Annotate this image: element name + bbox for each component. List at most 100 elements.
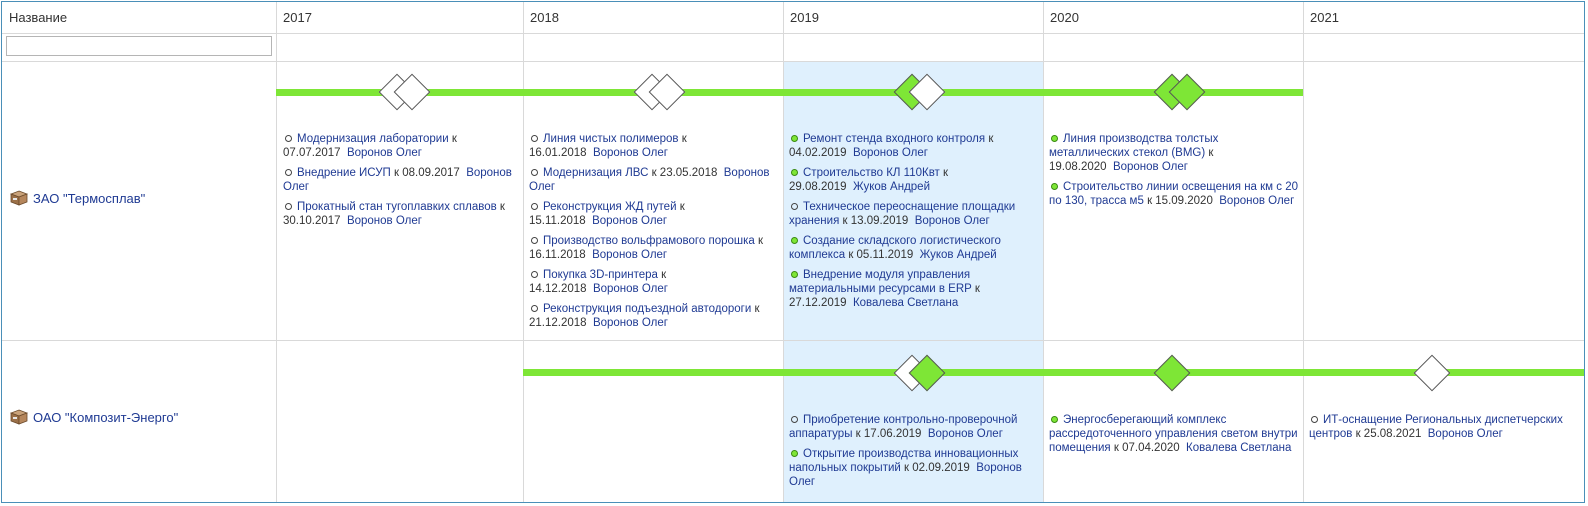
pending-status-icon xyxy=(285,169,292,176)
pending-status-icon xyxy=(531,305,538,312)
task-item[interactable]: Линия чистых полимеров к 16.01.2018 Воро… xyxy=(529,132,779,160)
row-project-name[interactable]: ЗАО "Термосплав" xyxy=(9,190,146,206)
task-item[interactable]: Реконструкция ЖД путей к 15.11.2018 Воро… xyxy=(529,200,779,228)
task-item[interactable]: Техническое переоснащение площадки хране… xyxy=(789,200,1039,228)
header-year-2020[interactable]: 2020 xyxy=(1043,2,1303,33)
task-title-link[interactable]: Ремонт стенда входного контроля xyxy=(803,133,985,145)
task-owner-link[interactable]: Воронов Олег xyxy=(592,249,667,261)
grid-line xyxy=(276,2,277,502)
task-owner-link[interactable]: Воронов Олег xyxy=(1219,195,1294,207)
grid-line xyxy=(1043,2,1044,502)
task-item[interactable]: Ремонт стенда входного контроля к 04.02.… xyxy=(789,132,1039,160)
package-icon xyxy=(9,409,29,425)
task-title-link[interactable]: Покупка 3D-принтера xyxy=(543,269,658,281)
task-owner-link[interactable]: Воронов Олег xyxy=(928,428,1003,440)
completed-status-icon xyxy=(1051,183,1058,190)
header-name[interactable]: Название xyxy=(2,2,276,33)
row-name-label: ОАО "Композит-Энерго" xyxy=(33,409,179,425)
task-item[interactable]: Линия производства толстых металлических… xyxy=(1049,132,1299,174)
pending-status-icon xyxy=(791,203,798,210)
pending-status-icon xyxy=(1311,416,1318,423)
task-item[interactable]: Модернизация ЛВС к 23.05.2018 Воронов Ол… xyxy=(529,166,779,194)
task-owner-link[interactable]: Жуков Андрей xyxy=(920,249,997,261)
task-owner-link[interactable]: Воронов Олег xyxy=(592,215,667,227)
task-item[interactable]: Создание складского логистического компл… xyxy=(789,234,1039,262)
grid-line xyxy=(2,33,1584,34)
task-title-link[interactable]: Строительство КЛ 110Квт xyxy=(803,167,940,179)
task-title-link[interactable]: Внедрение ИСУП xyxy=(297,167,391,179)
task-item[interactable]: Энергосберегающий комплекс рассредоточен… xyxy=(1049,413,1299,455)
task-item[interactable]: Строительство КЛ 110Квт к 29.08.2019 Жук… xyxy=(789,166,1039,194)
task-owner-link[interactable]: Воронов Олег xyxy=(1428,428,1503,440)
timeline-bar[interactable] xyxy=(276,89,1303,96)
task-item[interactable]: Строительство линии освещения на км с 20… xyxy=(1049,180,1299,208)
header-year-2019[interactable]: 2019 xyxy=(783,2,1043,33)
task-item[interactable]: Реконструкция подъездной автодороги к 21… xyxy=(529,302,779,330)
task-item[interactable]: Производство вольфрамового порошка к 16.… xyxy=(529,234,779,262)
row-name-label: ЗАО "Термосплав" xyxy=(33,190,146,206)
completed-status-icon xyxy=(791,135,798,142)
header-year-2021[interactable]: 2021 xyxy=(1303,2,1584,33)
grid-line xyxy=(783,2,784,502)
task-item[interactable]: ИТ-оснащение Региональных диспетчерских … xyxy=(1309,413,1579,441)
task-due-date: к 25.08.2021 xyxy=(1355,428,1422,440)
task-item[interactable]: Прокатный стан тугоплавких сплавов к 30.… xyxy=(283,200,519,228)
task-owner-link[interactable]: Воронов Олег xyxy=(1113,161,1188,173)
pending-status-icon xyxy=(531,271,538,278)
task-title-link[interactable]: Прокатный стан тугоплавких сплавов xyxy=(297,201,497,213)
task-title-link[interactable]: Линия чистых полимеров xyxy=(543,133,679,145)
task-item[interactable]: Внедрение модуля управления материальным… xyxy=(789,268,1039,310)
milestone-marker[interactable] xyxy=(1413,354,1451,392)
task-item[interactable]: Открытие производства инновационных напо… xyxy=(789,447,1039,489)
task-title-link[interactable]: Реконструкция подъездной автодороги xyxy=(543,303,751,315)
task-list: Линия производства толстых металлических… xyxy=(1049,132,1299,214)
task-title-link[interactable]: Производство вольфрамового порошка xyxy=(543,235,755,247)
task-due-date: к 17.06.2019 xyxy=(855,428,922,440)
task-title-link[interactable]: Модернизация ЛВС xyxy=(543,167,648,179)
task-owner-link[interactable]: Ковалева Светлана xyxy=(853,297,958,309)
task-due-date: к 15.09.2020 xyxy=(1147,195,1213,207)
task-item[interactable]: Покупка 3D-принтера к 14.12.2018 Воронов… xyxy=(529,268,779,296)
task-list: Ремонт стенда входного контроля к 04.02.… xyxy=(789,132,1039,316)
gantt-frame: Название 2017 2018 2019 2020 2021 ЗАО "Т… xyxy=(1,1,1585,503)
pending-status-icon xyxy=(531,237,538,244)
task-title-link[interactable]: Модернизация лаборатории xyxy=(297,133,449,145)
header-year-2017[interactable]: 2017 xyxy=(276,2,523,33)
completed-status-icon xyxy=(1051,135,1058,142)
task-owner-link[interactable]: Воронов Олег xyxy=(593,283,668,295)
task-owner-link[interactable]: Ковалева Светлана xyxy=(1186,442,1291,454)
name-filter-input[interactable] xyxy=(6,36,272,56)
task-title-link[interactable]: Линия производства толстых металлических… xyxy=(1049,133,1218,159)
task-item[interactable]: Приобретение контрольно-проверочной аппа… xyxy=(789,413,1039,441)
row-project-name[interactable]: ОАО "Композит-Энерго" xyxy=(9,409,179,425)
task-title-link[interactable]: Внедрение модуля управления материальным… xyxy=(789,269,972,295)
package-icon xyxy=(9,190,29,206)
task-item[interactable]: Внедрение ИСУП к 08.09.2017 Воронов Олег xyxy=(283,166,519,194)
task-due-date: к 02.09.2019 xyxy=(904,462,970,474)
task-owner-link[interactable]: Воронов Олег xyxy=(593,147,668,159)
task-owner-link[interactable]: Воронов Олег xyxy=(853,147,928,159)
task-list: ИТ-оснащение Региональных диспетчерских … xyxy=(1309,413,1579,447)
task-owner-link[interactable]: Воронов Олег xyxy=(593,317,668,329)
task-owner-link[interactable]: Жуков Андрей xyxy=(853,181,930,193)
task-owner-link[interactable]: Воронов Олег xyxy=(347,147,422,159)
pending-status-icon xyxy=(531,135,538,142)
grid-line xyxy=(2,61,1584,62)
header-year-2018[interactable]: 2018 xyxy=(523,2,783,33)
task-due-date: к 23.05.2018 xyxy=(651,167,718,179)
task-due-date: к 13.09.2019 xyxy=(842,215,909,227)
milestone-marker[interactable] xyxy=(1153,354,1191,392)
pending-status-icon xyxy=(531,169,538,176)
task-list: Модернизация лаборатории к 07.07.2017 Во… xyxy=(283,132,519,234)
task-owner-link[interactable]: Воронов Олег xyxy=(915,215,990,227)
completed-status-icon xyxy=(791,169,798,176)
grid-line xyxy=(2,340,1584,341)
task-item[interactable]: Модернизация лаборатории к 07.07.2017 Во… xyxy=(283,132,519,160)
task-title-link[interactable]: Реконструкция ЖД путей xyxy=(543,201,677,213)
completed-status-icon xyxy=(791,450,798,457)
task-owner-link[interactable]: Воронов Олег xyxy=(347,215,422,227)
task-list: Приобретение контрольно-проверочной аппа… xyxy=(789,413,1039,495)
pending-status-icon xyxy=(285,203,292,210)
pending-status-icon xyxy=(531,203,538,210)
task-list: Энергосберегающий комплекс рассредоточен… xyxy=(1049,413,1299,461)
